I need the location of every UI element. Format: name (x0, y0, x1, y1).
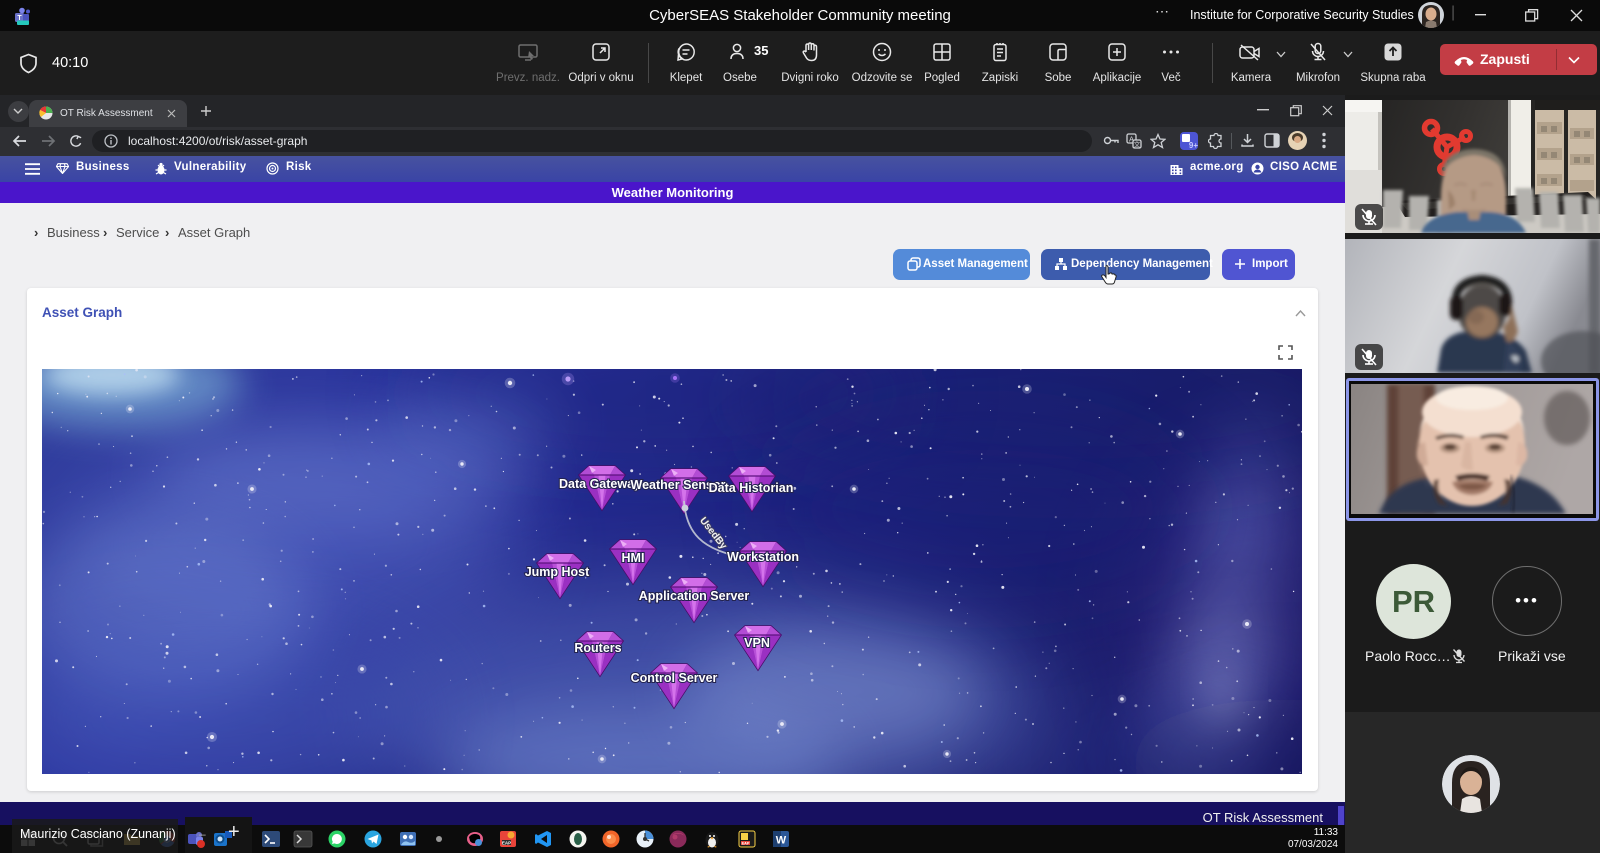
svg-text:文: 文 (1134, 140, 1141, 149)
svg-text:Routers: Routers (574, 641, 621, 655)
svg-text:Application Server: Application Server (639, 589, 750, 603)
svg-text:HMI: HMI (622, 551, 645, 565)
svg-text:Jump Host: Jump Host (525, 565, 590, 579)
svg-text:Control Server: Control Server (631, 671, 718, 685)
svg-text:Data Historian: Data Historian (709, 481, 794, 495)
svg-text:Data Gateway: Data Gateway (559, 477, 641, 491)
svg-text:Workstation: Workstation (727, 550, 799, 564)
svg-text:EAP: EAP (502, 841, 511, 846)
svg-text:W: W (776, 835, 787, 847)
svg-text:EAP: EAP (742, 841, 750, 845)
svg-text:VPN: VPN (744, 636, 770, 650)
